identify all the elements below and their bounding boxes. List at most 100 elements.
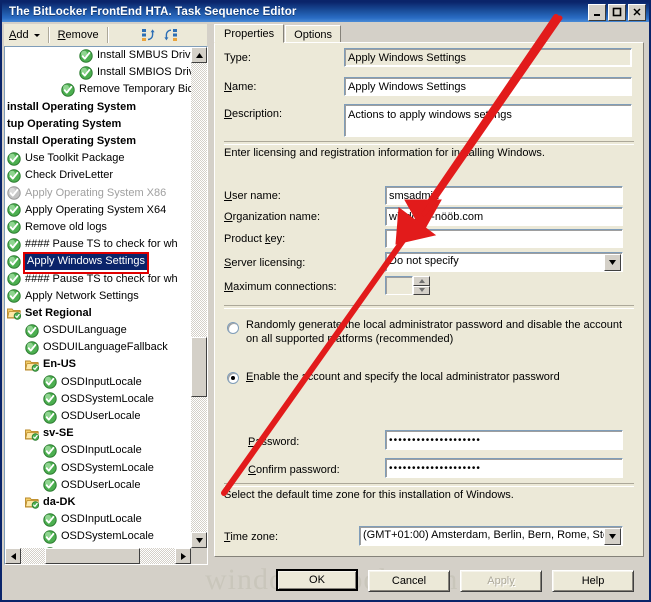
tree-item-label: Remove old logs: [25, 220, 107, 233]
task-sequence-tree[interactable]: Install SMBUS Driver Install SMBIOS Drive…: [4, 46, 208, 565]
tree-item[interactable]: Install SMBIOS Drive: [5, 64, 191, 81]
remove-button[interactable]: Remove: [53, 25, 104, 45]
server-licensing-select[interactable]: Do not specify: [385, 252, 623, 272]
maximize-icon[interactable]: [608, 3, 626, 21]
organization-input[interactable]: windows-nööb.com: [385, 207, 623, 226]
tree-item-label: OSDSystemLocale: [61, 530, 154, 543]
hscroll-thumb[interactable]: [45, 548, 140, 564]
tree-item[interactable]: OSDInputLocale: [5, 511, 191, 528]
tree-item[interactable]: Remove old logs: [5, 219, 191, 236]
move-down-icon[interactable]: [162, 26, 180, 44]
green-check-icon: [7, 272, 21, 286]
user-name-input[interactable]: smsadmin: [385, 186, 623, 205]
tree-item[interactable]: OSDUserLocale: [5, 477, 191, 494]
max-connections-stepper[interactable]: [413, 276, 430, 295]
tree-item[interactable]: Install Operating System: [5, 133, 191, 150]
tree-item[interactable]: #### Pause TS to check for wh: [5, 270, 191, 287]
tree-item[interactable]: OSDSystemLocale: [5, 460, 191, 477]
tab-options[interactable]: Options: [285, 25, 342, 43]
tree-item[interactable]: Install SMBUS Driver: [5, 47, 191, 64]
add-button-label: AAdddd: [9, 29, 29, 41]
password-input[interactable]: ••••••••••••••••••••: [385, 430, 623, 450]
ok-button[interactable]: OK: [276, 569, 358, 591]
gray-check-icon: [7, 186, 21, 200]
tab-properties[interactable]: Properties: [214, 24, 285, 43]
tree-item-label: En-US: [43, 358, 76, 371]
tree-item[interactable]: Check DriveLetter: [5, 167, 191, 184]
tree-item-label: install Operating System: [7, 100, 136, 113]
green-check-icon: [43, 478, 57, 492]
tree-item-selected[interactable]: Apply Windows Settings: [5, 253, 191, 271]
radio-random-line2: on all supported platforms (recommended): [246, 332, 454, 345]
max-connections-input[interactable]: [385, 276, 413, 295]
tree-item[interactable]: Set Regional: [5, 305, 191, 322]
tree-item[interactable]: sv-SE: [5, 425, 191, 442]
tree-item[interactable]: Apply Operating System X86: [5, 185, 191, 202]
chevron-down-icon[interactable]: [604, 528, 621, 545]
tree-item[interactable]: OSDUserLocale: [5, 408, 191, 425]
editor-toolbar: AAdddd Remove: [4, 24, 207, 46]
scroll-down-button[interactable]: [191, 532, 207, 548]
tree-item[interactable]: Remove Temporary Bios: [5, 81, 191, 98]
close-icon[interactable]: [628, 3, 646, 21]
radio-random-password[interactable]: [227, 322, 239, 334]
name-input[interactable]: Apply Windows Settings: [344, 77, 632, 96]
tree-item[interactable]: Apply Network Settings: [5, 288, 191, 305]
tree-item[interactable]: da-DK: [5, 494, 191, 511]
tree-horizontal-scrollbar[interactable]: [5, 548, 191, 564]
tree-item-label: Set Regional: [25, 306, 92, 319]
add-button[interactable]: AAdddd: [4, 25, 45, 45]
tree-item[interactable]: OSDInputLocale: [5, 374, 191, 391]
folder-check-icon: [25, 495, 39, 510]
tree-item-label: OSDInputLocale: [61, 375, 142, 388]
tree-item-label: OSDUILanguage: [43, 324, 127, 337]
max-connections-label: Maximum connections:: [224, 281, 337, 293]
toolbar-separator-2: [106, 27, 109, 43]
vscroll-track[interactable]: [191, 63, 207, 532]
type-value: Apply Windows Settings: [344, 48, 632, 67]
server-licensing-label: Server licensing:: [224, 257, 306, 269]
scroll-right-button[interactable]: [175, 548, 191, 564]
product-key-input[interactable]: [385, 229, 623, 248]
radio-enable-account-label: Enable the account and specify the local…: [246, 371, 560, 383]
tree-item-label: Apply Operating System X64: [25, 203, 167, 216]
chevron-down-icon[interactable]: [604, 254, 621, 271]
folder-check-icon: [7, 306, 21, 321]
timezone-select[interactable]: (GMT+01:00) Amsterdam, Berlin, Bern, Rom…: [359, 526, 623, 546]
timezone-note: Select the default time zone for this in…: [224, 489, 514, 501]
tree-item[interactable]: En-US: [5, 356, 191, 373]
tree-item[interactable]: tup Operating System: [5, 116, 191, 133]
vscroll-thumb[interactable]: [191, 337, 207, 397]
tree-item[interactable]: OSDSystemLocale: [5, 528, 191, 545]
tree-item[interactable]: OSDUILanguage: [5, 322, 191, 339]
minimize-icon[interactable]: [588, 3, 606, 21]
radio-selected-dot: [231, 376, 235, 380]
tree-item[interactable]: Apply Operating System X64: [5, 202, 191, 219]
help-button[interactable]: Help: [552, 570, 634, 592]
radio-enable-account[interactable]: [227, 372, 239, 384]
cancel-button[interactable]: Cancel: [368, 570, 450, 592]
tree-item[interactable]: OSDSystemLocale: [5, 391, 191, 408]
tree-item[interactable]: install Operating System: [5, 99, 191, 116]
green-check-icon: [7, 203, 21, 217]
tree-item[interactable]: OSDUILanguageFallback: [5, 339, 191, 356]
tree-item[interactable]: OSDInputLocale: [5, 442, 191, 459]
tree-vertical-scrollbar[interactable]: [191, 47, 207, 548]
scroll-left-button[interactable]: [5, 548, 21, 564]
scroll-up-button[interactable]: [191, 47, 207, 63]
tree-item-label: OSDUILanguageFallback: [43, 341, 168, 354]
timezone-label: Time zone:: [224, 531, 279, 543]
tree-item-label: #### Pause TS to check for wh: [25, 272, 178, 285]
green-check-icon: [7, 255, 21, 269]
tree-item-label: Apply Network Settings: [25, 289, 139, 302]
stepper-up-icon[interactable]: [413, 276, 430, 286]
green-check-icon: [25, 323, 39, 338]
confirm-password-input[interactable]: ••••••••••••••••••••: [385, 458, 623, 478]
name-label: Name:: [224, 81, 257, 93]
tree-item[interactable]: #### Pause TS to check for wh: [5, 236, 191, 253]
organization-label: Organization name:: [224, 211, 321, 223]
move-up-icon[interactable]: [140, 26, 158, 44]
description-input[interactable]: Actions to apply windows settings: [344, 104, 632, 137]
tree-item[interactable]: Use Toolkit Package: [5, 150, 191, 167]
stepper-down-icon[interactable]: [413, 285, 430, 295]
